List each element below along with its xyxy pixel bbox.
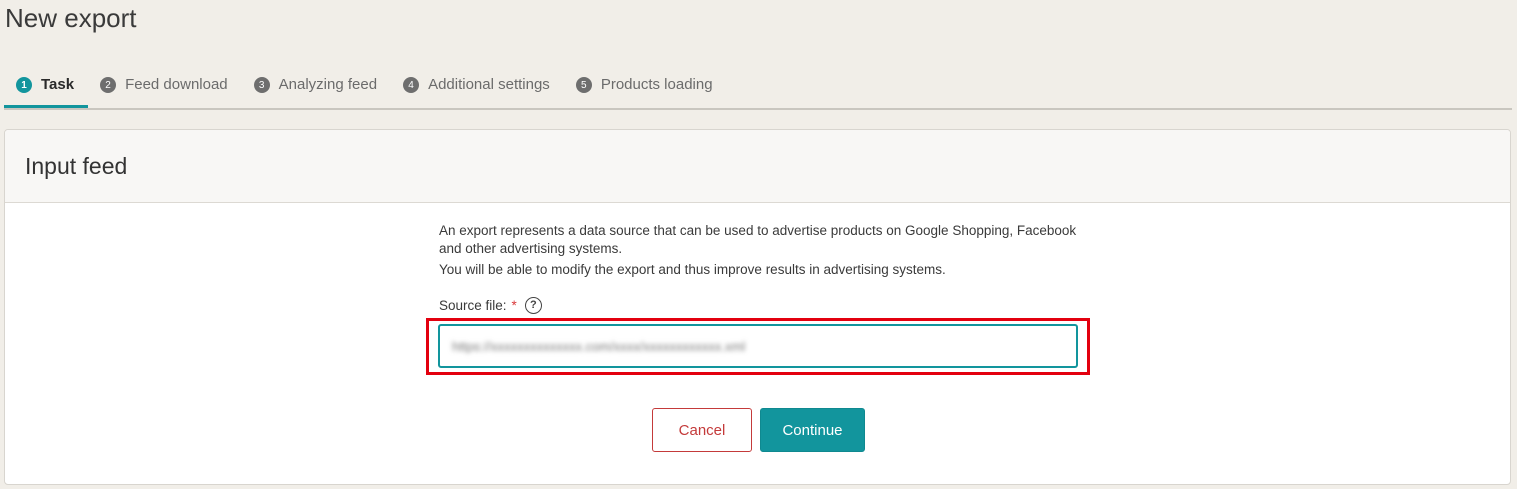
tab-label: Products loading <box>600 75 713 93</box>
tab-label: Analyzing feed <box>278 75 378 93</box>
tab-task[interactable]: 1 Task <box>4 62 89 108</box>
step-number-badge: 5 <box>575 77 592 93</box>
step-number-badge: 2 <box>100 77 117 93</box>
intro-text-secondary: You will be able to modify the export an… <box>439 262 946 277</box>
tab-label: Additional settings <box>428 75 550 93</box>
wizard-tabs: 1 Task 2 Feed download 3 Analyzing feed … <box>4 62 1512 110</box>
required-asterisk: * <box>511 297 517 313</box>
continue-button[interactable]: Continue <box>760 408 865 452</box>
source-file-value: https://xxxxxxxxxxxxxx.com/xxxx/xxxxxxxx… <box>452 338 746 354</box>
intro-text: An export represents a data source that … <box>439 223 1077 256</box>
panel-content: An export represents a data source that … <box>439 222 1079 314</box>
cancel-button[interactable]: Cancel <box>652 408 752 452</box>
panel-title: Input feed <box>25 152 128 179</box>
tab-feed-download[interactable]: 2 Feed download <box>88 62 242 106</box>
tab-additional-settings[interactable]: 4 Additional settings <box>391 62 564 106</box>
step-number-badge: 1 <box>16 77 32 93</box>
tab-label: Feed download <box>125 75 228 93</box>
tab-analyzing-feed[interactable]: 3 Analyzing feed <box>242 62 391 106</box>
tab-label: Task <box>41 75 75 93</box>
panel-header: Input feed <box>5 130 1510 203</box>
source-file-label: Source file: * ? <box>439 296 1079 314</box>
tab-products-loading[interactable]: 5 Products loading <box>564 62 727 106</box>
question-circle-icon[interactable]: ? <box>524 296 542 314</box>
page-title: New export <box>5 3 137 33</box>
source-file-label-text: Source file: <box>439 297 507 313</box>
step-number-badge: 4 <box>403 77 420 93</box>
step-number-badge: 3 <box>253 77 270 93</box>
source-file-input[interactable]: https://xxxxxxxxxxxxxx.com/xxxx/xxxxxxxx… <box>438 324 1078 368</box>
input-feed-panel: Input feed An export represents a data s… <box>4 129 1511 485</box>
